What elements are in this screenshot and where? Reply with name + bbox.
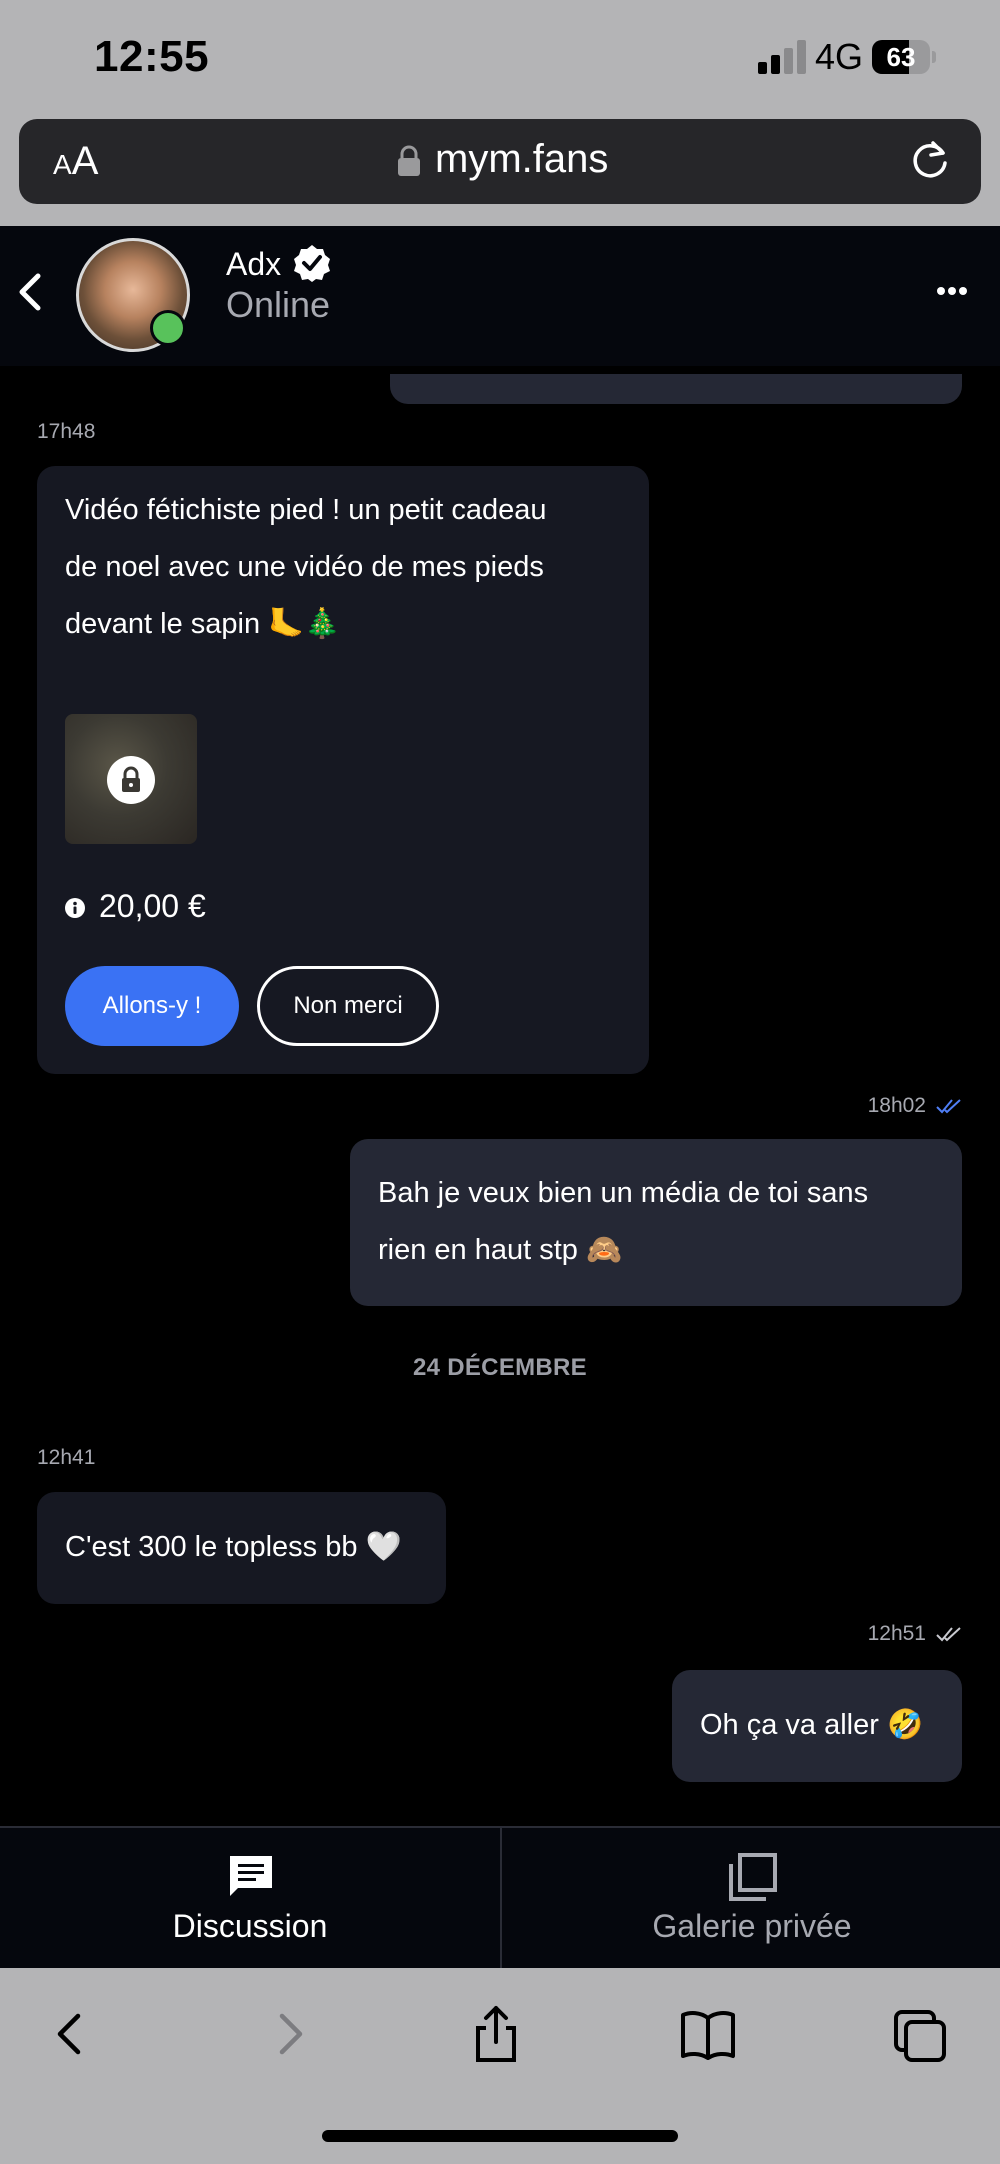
message-bubble-outgoing: Oh ça va aller 🤣 bbox=[672, 1670, 962, 1782]
lock-icon bbox=[107, 756, 155, 804]
network-type: 4G bbox=[815, 36, 864, 77]
message-list[interactable]: 17h48 Vidéo fétichiste pied ! un petit c… bbox=[0, 366, 1000, 1826]
message-time: 12h41 bbox=[37, 1446, 96, 1469]
message-time: 17h48 bbox=[37, 420, 96, 443]
message-text: Vidéo fétichiste pied ! un petit cadeau … bbox=[65, 494, 547, 640]
verified-icon bbox=[294, 245, 330, 282]
tab-label: Discussion bbox=[172, 1908, 328, 1944]
date-separator: 24 DÉCEMBRE bbox=[412, 1354, 587, 1381]
message-meta: 12h51 bbox=[868, 1622, 962, 1646]
address-bar[interactable]: AA mym.fans bbox=[19, 119, 981, 204]
online-status: Online bbox=[226, 284, 331, 325]
locked-media-thumbnail[interactable] bbox=[65, 714, 197, 844]
tab-label: Galerie privée bbox=[652, 1908, 852, 1944]
back-icon[interactable] bbox=[44, 2004, 100, 2064]
message-text: Oh ça va aller 🤣 bbox=[700, 1709, 924, 1741]
battery-icon: 63 bbox=[872, 40, 936, 74]
battery-percent: 63 bbox=[886, 42, 916, 72]
text-size-button[interactable]: AA bbox=[53, 139, 98, 184]
read-check-icon bbox=[936, 1099, 961, 1114]
online-indicator bbox=[150, 310, 186, 346]
tabs-icon[interactable] bbox=[892, 2004, 948, 2064]
gallery-icon bbox=[729, 1853, 777, 1901]
lock-icon bbox=[398, 145, 420, 176]
share-icon[interactable] bbox=[468, 2004, 524, 2064]
home-indicator[interactable] bbox=[322, 2130, 678, 2142]
previous-message-bubble bbox=[390, 374, 962, 404]
forward-icon[interactable] bbox=[260, 2004, 316, 2064]
reload-icon[interactable] bbox=[909, 139, 951, 181]
back-icon[interactable] bbox=[16, 270, 44, 314]
tab-discussion[interactable]: Discussion bbox=[0, 1828, 500, 1968]
signal-icon bbox=[758, 40, 806, 74]
tab-private-gallery[interactable]: Galerie privée bbox=[502, 1828, 1000, 1968]
chat-header: Adx Online bbox=[0, 226, 1000, 366]
info-icon bbox=[65, 898, 85, 918]
more-icon[interactable] bbox=[937, 286, 967, 296]
message-bubble-incoming: C'est 300 le topless bb 🤍 bbox=[37, 1492, 446, 1604]
message-time: 12h51 bbox=[867, 1622, 926, 1645]
status-bar: 12:55 4G 63 AA mym.fans bbox=[0, 0, 1000, 226]
bookmarks-icon[interactable] bbox=[680, 2004, 736, 2064]
chat-icon bbox=[230, 1856, 272, 1896]
message-text: C'est 300 le topless bb 🤍 bbox=[65, 1531, 402, 1563]
message-meta: 18h02 bbox=[868, 1094, 962, 1118]
delivered-check-icon bbox=[936, 1627, 961, 1642]
accept-offer-button[interactable]: Allons-y ! bbox=[65, 966, 239, 1046]
status-time: 12:55 bbox=[94, 32, 210, 81]
tab-bar: Discussion Galerie privée bbox=[0, 1826, 1000, 1968]
message-bubble-incoming: Vidéo fétichiste pied ! un petit cadeau … bbox=[37, 466, 649, 1074]
contact-name[interactable]: Adx bbox=[226, 246, 281, 283]
message-bubble-outgoing: Bah je veux bien un média de toi sans ri… bbox=[350, 1139, 962, 1306]
message-time: 18h02 bbox=[867, 1094, 926, 1117]
decline-offer-button[interactable]: Non merci bbox=[257, 966, 439, 1046]
media-price: 20,00 € bbox=[99, 888, 206, 924]
message-text: Bah je veux bien un média de toi sans ri… bbox=[378, 1177, 869, 1266]
url-text[interactable]: mym.fans bbox=[435, 137, 608, 182]
